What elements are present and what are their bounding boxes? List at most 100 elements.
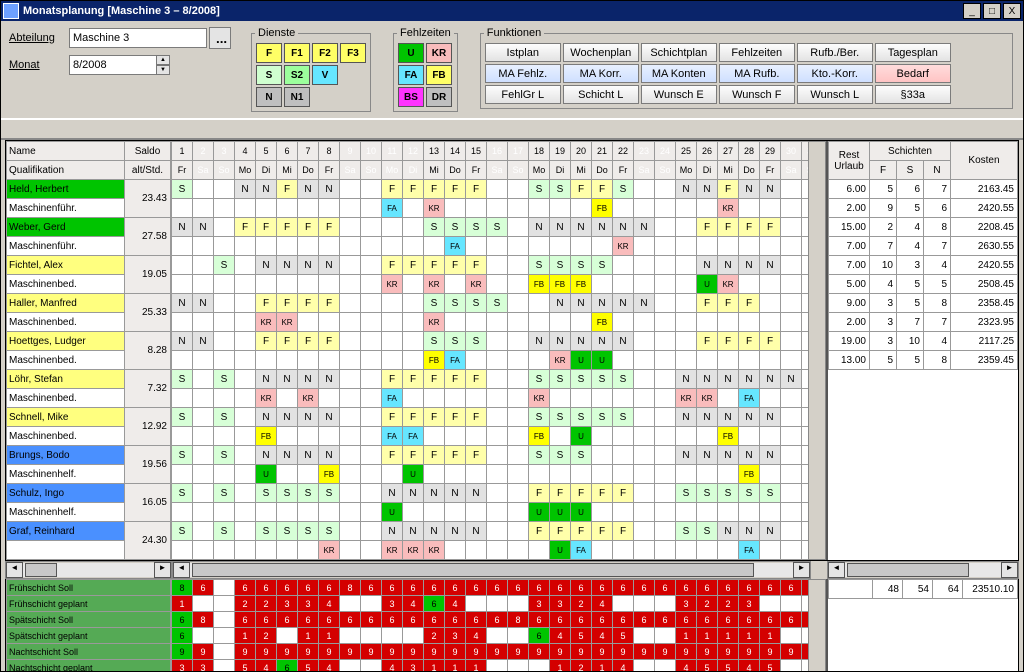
shift-sub-cell[interactable] [697, 351, 718, 370]
shift-cell[interactable] [634, 446, 655, 465]
monat-input[interactable] [69, 55, 157, 75]
shift-cell[interactable] [214, 332, 235, 351]
shift-cell[interactable]: S [298, 522, 319, 541]
shift-sub-cell[interactable] [382, 237, 403, 256]
shift-sub-cell[interactable] [361, 465, 382, 484]
shift-sub-cell[interactable] [487, 427, 508, 446]
shift-sub-cell[interactable] [697, 541, 718, 560]
right-scroll-h[interactable]: ◄► [827, 561, 1019, 579]
shift-sub-cell[interactable]: U [592, 351, 613, 370]
shift-sub-cell[interactable] [424, 427, 445, 446]
shift-sub-cell[interactable] [508, 237, 529, 256]
shift-sub-cell[interactable] [739, 313, 760, 332]
shift-cell[interactable] [634, 484, 655, 503]
shift-sub-cell[interactable] [760, 541, 781, 560]
shift-cell[interactable]: F [697, 332, 718, 351]
shift-sub-cell[interactable] [298, 237, 319, 256]
shift-sub-cell[interactable] [235, 503, 256, 522]
shift-cell[interactable]: S [571, 408, 592, 427]
shift-sub-cell[interactable] [676, 503, 697, 522]
func-33a[interactable]: §33a [875, 85, 951, 104]
shift-sub-cell[interactable] [634, 313, 655, 332]
shift-cell[interactable]: N [739, 370, 760, 389]
shift-sub-cell[interactable]: FB [319, 465, 340, 484]
shift-cell[interactable] [235, 370, 256, 389]
shift-cell[interactable]: S [172, 370, 193, 389]
shift-sub-cell[interactable] [214, 389, 235, 408]
shift-sub-cell[interactable] [613, 351, 634, 370]
shift-sub-cell[interactable] [256, 503, 277, 522]
left-scroll-h[interactable]: ◄► [5, 561, 172, 579]
shift-sub-cell[interactable] [319, 427, 340, 446]
shift-sub-cell[interactable] [760, 351, 781, 370]
shift-cell[interactable]: S [424, 218, 445, 237]
shift-sub-cell[interactable] [592, 237, 613, 256]
shift-cell[interactable]: S [214, 522, 235, 541]
shift-sub-cell[interactable]: FA [382, 199, 403, 218]
shift-cell[interactable] [235, 484, 256, 503]
shift-cell[interactable]: F [298, 294, 319, 313]
shift-cell[interactable]: S [172, 484, 193, 503]
shift-cell[interactable]: F [550, 484, 571, 503]
shift-sub-cell[interactable] [193, 237, 214, 256]
shift-cell[interactable]: S [172, 180, 193, 199]
shift-cell[interactable]: S [613, 408, 634, 427]
shift-cell[interactable]: F [592, 484, 613, 503]
shift-sub-cell[interactable]: U [382, 503, 403, 522]
shift-sub-cell[interactable] [613, 427, 634, 446]
shift-cell[interactable] [235, 522, 256, 541]
shift-cell[interactable]: N [256, 256, 277, 275]
shift-cell[interactable] [676, 332, 697, 351]
shift-cell[interactable]: F [445, 446, 466, 465]
shift-cell[interactable] [193, 484, 214, 503]
shift-sub-cell[interactable] [676, 313, 697, 332]
shift-sub-cell[interactable] [613, 313, 634, 332]
shift-cell[interactable]: N [424, 522, 445, 541]
shift-cell[interactable]: S [319, 484, 340, 503]
shift-sub-cell[interactable] [613, 503, 634, 522]
shift-sub-cell[interactable] [739, 199, 760, 218]
shift-cell[interactable]: F [424, 180, 445, 199]
shift-sub-cell[interactable] [403, 351, 424, 370]
shift-cell[interactable]: S [529, 370, 550, 389]
shift-cell[interactable] [781, 218, 802, 237]
shift-cell[interactable] [361, 484, 382, 503]
shift-cell[interactable]: N [634, 294, 655, 313]
shift-cell[interactable]: F [718, 332, 739, 351]
shift-sub-cell[interactable]: FB [529, 275, 550, 294]
shift-cell[interactable]: F [256, 332, 277, 351]
shift-sub-cell[interactable] [487, 237, 508, 256]
shift-sub-cell[interactable] [676, 465, 697, 484]
shift-sub-cell[interactable] [508, 199, 529, 218]
shift-sub-cell[interactable]: FB [256, 427, 277, 446]
shift-cell[interactable] [340, 484, 361, 503]
shift-cell[interactable]: N [277, 408, 298, 427]
shift-cell[interactable] [781, 332, 802, 351]
shift-sub-cell[interactable] [361, 427, 382, 446]
shift-cell[interactable] [340, 446, 361, 465]
shift-cell[interactable]: N [592, 332, 613, 351]
shift-sub-cell[interactable] [214, 503, 235, 522]
shift-sub-cell[interactable]: KR [277, 313, 298, 332]
shift-sub-cell[interactable] [634, 275, 655, 294]
shift-cell[interactable]: F [466, 180, 487, 199]
shift-sub-cell[interactable]: KR [403, 541, 424, 560]
shift-sub-cell[interactable] [718, 541, 739, 560]
shift-sub-cell[interactable] [214, 199, 235, 218]
shift-sub-cell[interactable] [781, 237, 802, 256]
shift-cell[interactable]: N [550, 294, 571, 313]
shift-cell[interactable]: F [382, 370, 403, 389]
shift-sub-cell[interactable] [256, 541, 277, 560]
shift-cell[interactable] [781, 446, 802, 465]
shift-sub-cell[interactable] [319, 199, 340, 218]
shift-cell[interactable]: S [445, 218, 466, 237]
shift-cell[interactable]: N [193, 218, 214, 237]
shift-sub-cell[interactable] [676, 541, 697, 560]
shift-sub-cell[interactable] [781, 389, 802, 408]
shift-sub-cell[interactable] [382, 351, 403, 370]
shift-sub-cell[interactable] [277, 351, 298, 370]
shift-sub-cell[interactable] [550, 199, 571, 218]
shift-cell[interactable]: N [613, 332, 634, 351]
dienst-chip-S2[interactable]: S2 [284, 65, 310, 85]
grid-scroll-v[interactable] [808, 141, 826, 560]
